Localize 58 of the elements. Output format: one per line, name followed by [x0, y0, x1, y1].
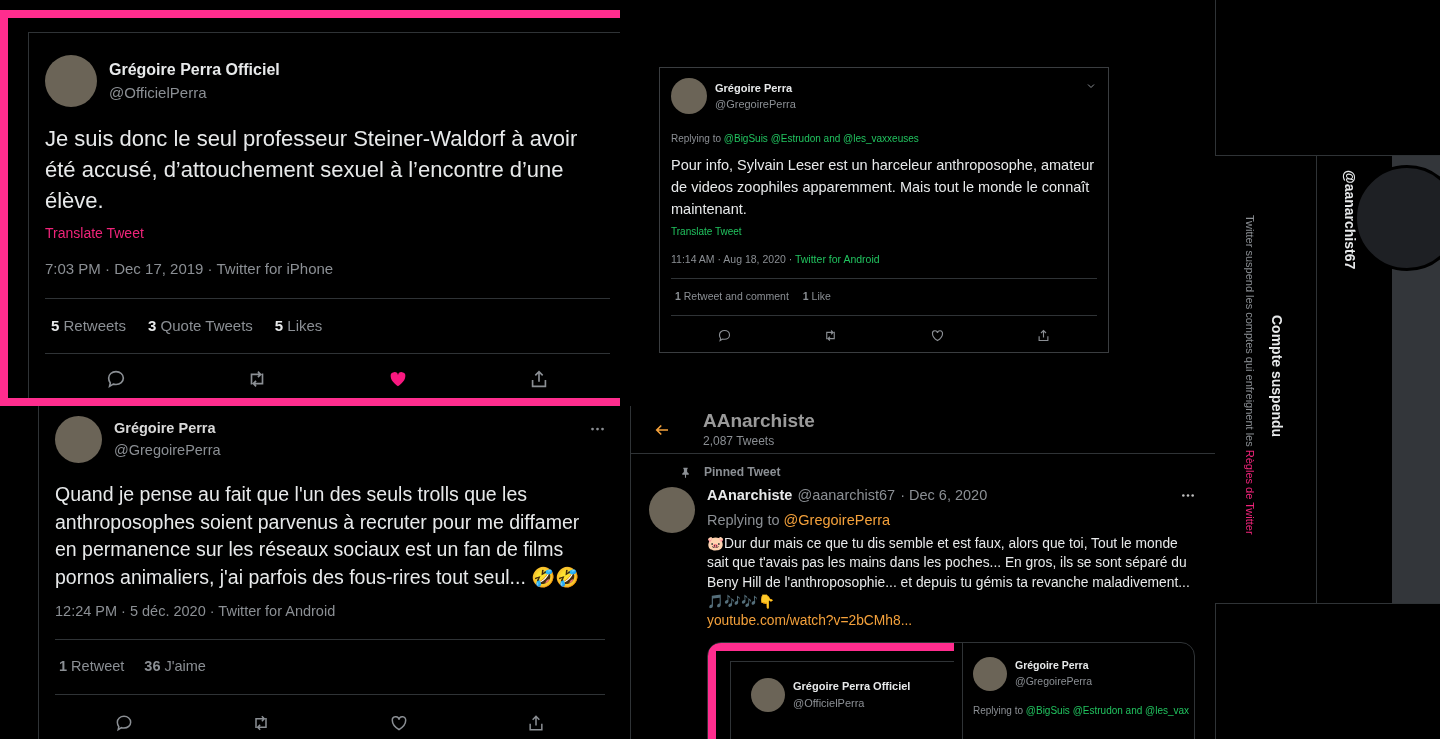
tweet-text: 🐷Dur dur mais ce que tu dis semble et est faux, alors que toi, Tout le monde sait que t'avais pas les mains dans les poches... En gros, ils se sont séparé du Beny Hill de l'anthroposophie... et depuis tu gémis ta revanche maladivement...	[707, 534, 1191, 592]
more-icon[interactable]	[1181, 493, 1195, 499]
engagement-count[interactable]: 36 J'aime	[144, 655, 206, 678]
author-name: Grégoire Perra Officiel	[109, 59, 280, 80]
engagement-count[interactable]: 5 Retweets	[51, 314, 127, 337]
reply-icon[interactable]	[716, 327, 732, 343]
avatar	[55, 416, 102, 463]
engagement-count[interactable]: 3 Quote Tweets	[148, 314, 253, 337]
rules-link[interactable]: Règles de Twitter	[1243, 449, 1256, 535]
avatar	[751, 678, 785, 712]
tweet-text: Quand je pense au fait que l'un des seuls trolls que les anthroposophes soient parvenus à recruter pour me diffamer en permanence sur les réseaux sociaux est un fan de films pornos animaliers, j'ai parfois des fous-rires tout seul... 🤣🤣	[55, 482, 581, 590]
tweet-count: 2,087 Tweets	[703, 432, 776, 450]
profile-title: AAnarchiste	[703, 409, 815, 432]
pinned-label: Pinned Tweet	[704, 464, 781, 481]
avatar	[649, 487, 695, 533]
tweet-timestamp: 12:24 PM · 5 déc. 2020 · Twitter for Android	[55, 601, 605, 640]
tweet-date: · Dec 6, 2020	[900, 486, 988, 505]
avatar	[973, 657, 1007, 691]
pin-icon	[679, 465, 692, 479]
mention-link[interactable]: @BigSuis @Estrudon and @les_vaxxeuses	[723, 133, 919, 144]
author-name: Grégoire Perra	[114, 418, 217, 438]
reply-context: Replying to @BigSuis @Estrudon and @les_vaxxeuses	[671, 132, 920, 146]
engagement-count[interactable]: 1 Retweet and comment	[675, 288, 789, 305]
share-icon[interactable]	[1036, 327, 1052, 343]
avatar	[671, 78, 707, 114]
reply-context: Replying to @GregoirePerra	[707, 510, 892, 530]
author-name: AAnarchiste	[707, 486, 793, 505]
tweet-timestamp: 11:14 AM · Aug 18, 2020 · Twitter for Android	[671, 252, 1097, 279]
author-handle: @GregoirePerra	[715, 97, 796, 112]
emoji-line: 🎵🎶🎶👇	[707, 593, 776, 611]
quoted-tweet-card[interactable]: Grégoire Perra Officiel @OfficielPerra Grégoire Perra @GregoirePerra Replying to @BigSuis @Estrudon and @les_vax	[707, 642, 1195, 739]
suspended-title: Compte suspendu	[1267, 315, 1286, 440]
author-handle: @OfficielPerra	[109, 82, 208, 103]
suspended-message: Twitter suspend les comptes qui enfreignent les Règles de Twitter	[1242, 215, 1257, 537]
author-name: Grégoire Perra	[1015, 658, 1090, 674]
tweet-text: Pour info, Sylvain Leser est un harceleur anthroposophe, amateur de videos zoophiles apparemment. Mais tout le monde le connaît maintenant.	[671, 156, 1096, 219]
reply-context: Replying to @BigSuis @Estrudon and @les_vax	[973, 704, 1191, 718]
author-name: Grégoire Perra	[715, 80, 794, 96]
tweet-timestamp: 7:03 PM · Dec 17, 2019 · Twitter for iPhone	[45, 258, 610, 299]
link[interactable]: youtube.com/watch?v=2bCMh8...	[707, 611, 1195, 630]
author-handle: @OfficielPerra	[793, 695, 866, 711]
mention-link[interactable]: @GregoirePerra	[783, 511, 891, 528]
avatar	[45, 55, 97, 107]
more-icon[interactable]	[590, 426, 605, 432]
author-handle: @GregoirePerra	[1015, 674, 1093, 689]
source-link[interactable]: Twitter for Android	[794, 253, 880, 265]
heart-icon[interactable]	[929, 327, 945, 343]
engagement-count[interactable]: 5 Likes	[274, 314, 323, 337]
tweet-text: Je suis donc le seul professeur Steiner-Waldorf à avoir été accusé, d’attouchement sexuel à l’encontre d’une élève.	[45, 125, 579, 215]
author-handle: @aanarchist67	[797, 486, 896, 505]
author-name: Grégoire Perra Officiel	[793, 679, 911, 694]
translate-link[interactable]: Translate Tweet	[671, 224, 1097, 239]
engagement-count[interactable]: 1 Like	[802, 288, 831, 305]
mention-link[interactable]: @BigSuis @Estrudon and @les_vax	[1025, 705, 1190, 716]
translate-link[interactable]: Translate Tweet	[45, 223, 610, 244]
profile-handle: @aanarchist67	[1341, 170, 1359, 270]
engagement-count[interactable]: 1 Retweet	[59, 655, 125, 678]
author-handle: @GregoirePerra	[114, 440, 221, 460]
